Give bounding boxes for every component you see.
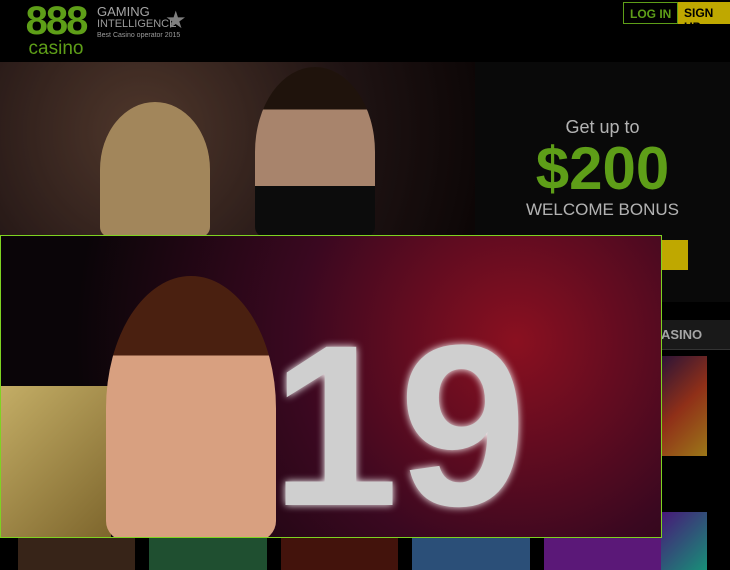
- promo-bonus-label: WELCOME BONUS: [525, 200, 680, 219]
- game-tile[interactable]: [543, 537, 662, 570]
- logo-number: 888: [25, 0, 89, 43]
- hero-woman-image: [100, 102, 210, 237]
- login-button[interactable]: LOG IN: [623, 2, 679, 24]
- claim-button[interactable]: [660, 240, 688, 270]
- balloon-number: 19: [271, 297, 527, 538]
- woman-image: [106, 276, 276, 537]
- game-tile[interactable]: [661, 512, 707, 570]
- game-tile[interactable]: [149, 537, 267, 570]
- promo-amount: $200: [535, 135, 670, 202]
- hero-banner[interactable]: [0, 62, 475, 237]
- game-tile[interactable]: [18, 537, 136, 570]
- hero-man-image: [255, 67, 375, 237]
- game-tiles-row: [0, 537, 662, 570]
- game-tile[interactable]: [280, 537, 399, 570]
- 888-casino-logo[interactable]: 888 casino: [20, 0, 92, 59]
- game-tile[interactable]: [412, 537, 530, 570]
- signup-button[interactable]: SIGN UP: [678, 2, 730, 34]
- game-tile[interactable]: [661, 356, 707, 456]
- header: 888 casino GAMING INTELLIGENCE Best Casi…: [0, 0, 730, 62]
- birthday-promo-popup[interactable]: 19: [0, 235, 662, 538]
- logo-word: casino: [28, 38, 84, 59]
- star-icon: ★: [165, 7, 187, 34]
- section-title: ASINO: [661, 320, 730, 350]
- gift-box-image: [1, 386, 111, 537]
